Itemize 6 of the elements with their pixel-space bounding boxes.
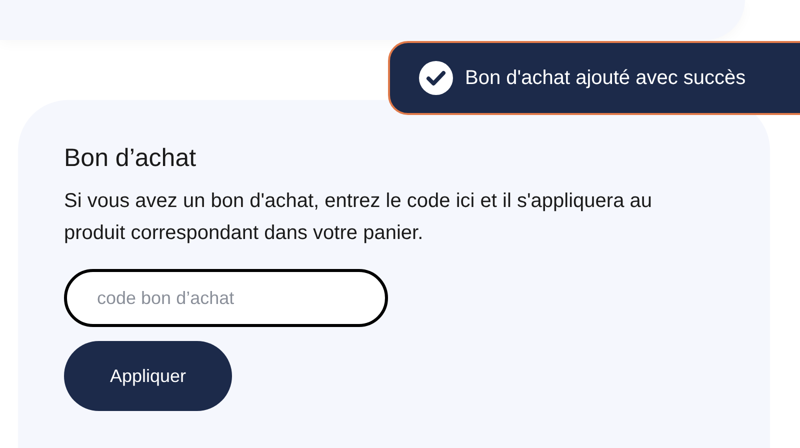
voucher-title: Bon d’achat: [64, 144, 196, 173]
voucher-description: Si vous avez un bon d'achat, entrez le code ici et il s'appliquera au produit correspondant dans votre panier.: [64, 189, 653, 246]
apply-button[interactable]: Appliquer: [64, 341, 232, 411]
voucher-code-field[interactable]: code bon d’achat: [64, 269, 388, 327]
toast-message: Bon d'achat ajouté avec succès: [465, 66, 746, 90]
check-circle-icon: [419, 61, 453, 95]
